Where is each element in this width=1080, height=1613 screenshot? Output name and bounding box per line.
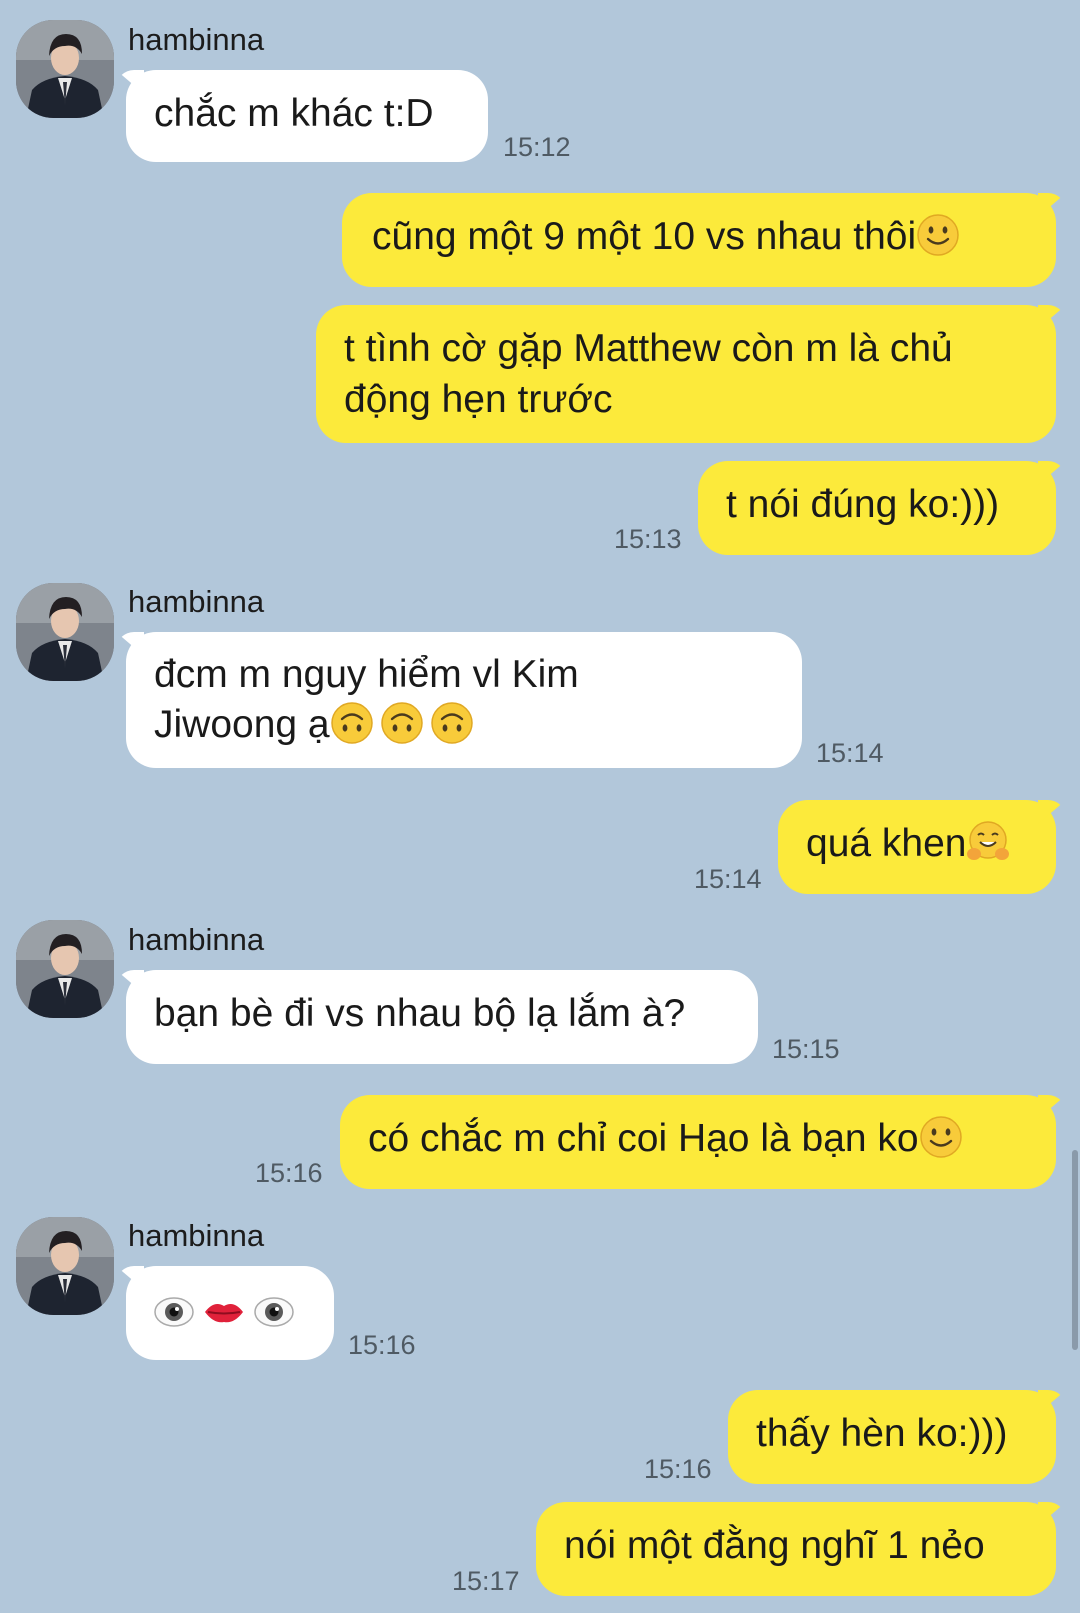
message-text-line: Jiwoong ạ <box>154 703 330 746</box>
message-time: 15:16 <box>348 1330 416 1360</box>
upside-down-face-icon <box>430 701 474 745</box>
message-bubble-outgoing[interactable]: quá khen <box>778 800 1056 894</box>
sender-name: hambinna <box>128 584 265 619</box>
message-bubble-incoming[interactable]: chắc m khác t:D <box>126 70 488 162</box>
contact-avatar[interactable] <box>16 20 114 118</box>
contact-avatar[interactable] <box>16 920 114 1018</box>
message-time: 15:16 <box>255 1158 323 1188</box>
message-text: bạn bè đi vs nhau bộ lạ lắm à? <box>154 992 686 1035</box>
message-time: 15:16 <box>644 1454 712 1484</box>
message-bubble-outgoing[interactable]: t tình cờ gặp Matthew còn m là chủ động … <box>316 305 1056 443</box>
sender-name: hambinna <box>128 22 265 57</box>
message-bubble-incoming[interactable]: bạn bè đi vs nhau bộ lạ lắm à? <box>126 970 758 1064</box>
upside-down-face-icon <box>380 701 424 745</box>
message-text: thấy hèn ko:))) <box>756 1412 1008 1455</box>
scrollbar[interactable] <box>1072 1150 1078 1350</box>
slightly-smiling-face-icon <box>916 213 960 257</box>
sender-name: hambinna <box>128 922 265 957</box>
message-bubble-incoming[interactable]: đcm m nguy hiểm vl Kim Jiwoong ạ <box>126 632 802 768</box>
upside-down-face-icon <box>330 701 374 745</box>
message-bubble-outgoing[interactable]: có chắc m chỉ coi Hạo là bạn ko <box>340 1095 1056 1189</box>
message-text: có chắc m chỉ coi Hạo là bạn ko <box>368 1117 919 1160</box>
message-text: t nói đúng ko:))) <box>726 483 1000 526</box>
lips-icon <box>202 1290 246 1334</box>
message-bubble-outgoing[interactable]: nói một đằng nghĩ 1 nẻo <box>536 1502 1056 1596</box>
hugging-face-icon <box>966 820 1010 864</box>
chat-room: hambinna chắc m khác t:D 15:12 cũng một … <box>0 0 1080 1613</box>
message-time: 15:12 <box>503 132 571 162</box>
message-time: 15:14 <box>816 738 884 768</box>
sender-name: hambinna <box>128 1218 265 1253</box>
message-bubble-outgoing[interactable]: t nói đúng ko:))) <box>698 461 1056 555</box>
slightly-smiling-face-icon <box>919 1115 963 1159</box>
message-bubble-incoming[interactable] <box>126 1266 334 1360</box>
message-time: 15:17 <box>452 1566 520 1596</box>
eye-icon <box>152 1290 196 1334</box>
message-time: 15:14 <box>694 864 762 894</box>
contact-avatar[interactable] <box>16 1217 114 1315</box>
eye-icon <box>252 1290 296 1334</box>
message-text: nói một đằng nghĩ 1 nẻo <box>564 1524 985 1567</box>
contact-avatar[interactable] <box>16 583 114 681</box>
message-text-line: đcm m nguy hiểm vl Kim <box>154 653 579 696</box>
message-text-line: động hẹn trước <box>344 378 613 421</box>
message-text: quá khen <box>806 822 967 865</box>
message-text-line: t tình cờ gặp Matthew còn m là chủ <box>344 327 953 370</box>
message-time: 15:15 <box>772 1034 840 1064</box>
message-text: cũng một 9 một 10 vs nhau thôi <box>372 215 917 258</box>
message-bubble-outgoing[interactable]: thấy hèn ko:))) <box>728 1390 1056 1484</box>
message-time: 15:13 <box>614 524 682 554</box>
message-bubble-outgoing[interactable]: cũng một 9 một 10 vs nhau thôi <box>342 193 1056 287</box>
message-text: chắc m khác t:D <box>154 92 434 135</box>
